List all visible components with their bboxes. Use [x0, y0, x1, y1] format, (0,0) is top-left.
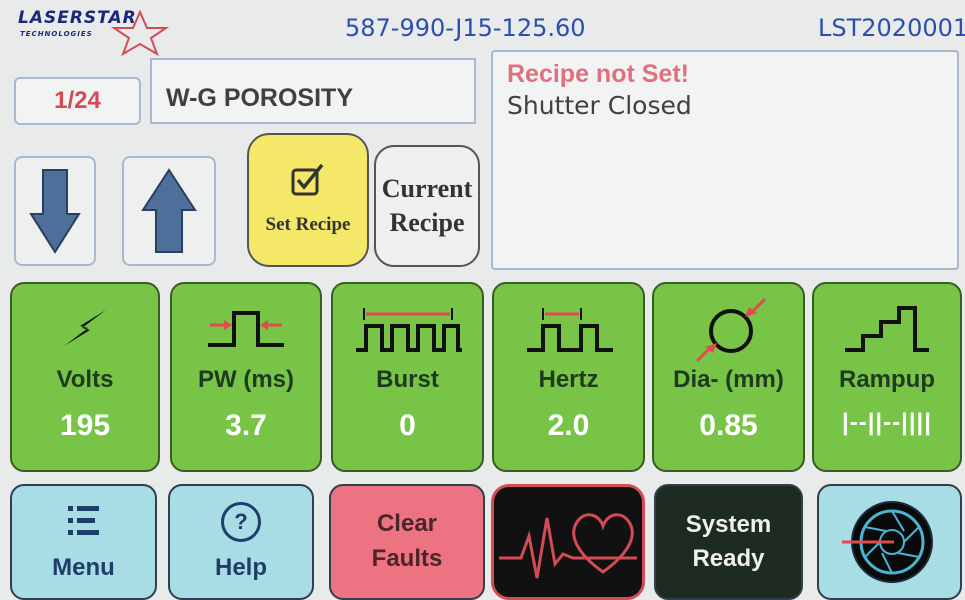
rampup-tile[interactable]: Rampup |--||--||||: [812, 282, 962, 472]
help-icon: ?: [221, 502, 261, 542]
device-id: LST2020001: [818, 14, 965, 42]
next-recipe-button[interactable]: [122, 156, 216, 266]
diameter-icon: [695, 297, 766, 363]
hertz-label: Hertz: [538, 366, 599, 393]
help-symbol: ?: [234, 509, 248, 534]
hertz-icon: [526, 308, 613, 352]
burst-icon: [355, 308, 462, 352]
star-icon: [110, 10, 170, 56]
heartbeat-button[interactable]: [491, 484, 645, 600]
burst-tile[interactable]: Burst 0: [331, 282, 484, 472]
checkbox-icon: [291, 164, 324, 196]
help-label: Help: [214, 554, 267, 581]
camera-shutter-icon: [841, 501, 933, 583]
hertz-value: 2.0: [547, 409, 590, 442]
volts-value: 195: [59, 409, 111, 442]
rampup-icon: [845, 306, 929, 352]
system-ready-line1: System: [685, 511, 772, 539]
previous-recipe-button[interactable]: [14, 156, 96, 266]
diameter-label: Dia- (mm): [673, 366, 784, 393]
rampup-label: Rampup: [839, 366, 935, 393]
recipe-name[interactable]: W-G POROSITY: [150, 58, 476, 124]
burst-value: 0: [399, 409, 416, 442]
diameter-value: 0.85: [699, 409, 758, 442]
lightning-icon: [64, 310, 106, 346]
arrow-up-icon: [141, 168, 197, 253]
pulse-width-value: 3.7: [225, 409, 267, 442]
serial-number: 587-990-J15-125.60: [345, 14, 586, 42]
pulse-width-icon: [208, 311, 284, 347]
pulse-width-tile[interactable]: PW (ms) 3.7: [170, 282, 322, 472]
set-recipe-button[interactable]: Set Recipe: [247, 133, 369, 267]
shutter-status-text: Shutter Closed: [507, 91, 692, 120]
laserstar-logo: LASERSTAR TECHNOLOGIES: [12, 6, 172, 56]
hertz-tile[interactable]: Hertz 2.0: [492, 282, 645, 472]
clear-faults-button[interactable]: Clear Faults: [329, 484, 485, 600]
rampup-value: |--||--||||: [842, 409, 932, 436]
clear-faults-line2: Faults: [371, 545, 443, 572]
pulse-width-label: PW (ms): [198, 366, 294, 393]
logo-sub-text: TECHNOLOGIES: [20, 30, 93, 38]
current-recipe-button[interactable]: Current Recipe: [374, 145, 480, 267]
set-recipe-label: Set Recipe: [265, 214, 351, 235]
recipe-warning-text: Recipe not Set!: [507, 60, 689, 88]
diameter-tile[interactable]: Dia- (mm) 0.85: [652, 282, 805, 472]
arrow-down-icon: [29, 169, 81, 254]
status-panel: Recipe not Set! Shutter Closed: [491, 50, 959, 270]
system-ready-status: System Ready: [654, 484, 803, 600]
heartbeat-icon: [499, 513, 637, 579]
recipe-number[interactable]: 1/24: [14, 77, 141, 125]
system-ready-line2: Ready: [692, 545, 765, 572]
menu-icon: [67, 506, 99, 535]
menu-label: Menu: [52, 554, 115, 581]
current-recipe-label-line2: Recipe: [389, 208, 465, 237]
camera-button[interactable]: [817, 484, 962, 600]
help-button[interactable]: ? Help: [168, 484, 314, 600]
clear-faults-line1: Clear: [376, 510, 438, 538]
volts-label: Volts: [56, 366, 114, 393]
current-recipe-label-line1: Current: [381, 174, 473, 204]
menu-button[interactable]: Menu: [10, 484, 157, 600]
burst-label: Burst: [376, 366, 439, 393]
volts-tile[interactable]: Volts 195: [10, 282, 160, 472]
